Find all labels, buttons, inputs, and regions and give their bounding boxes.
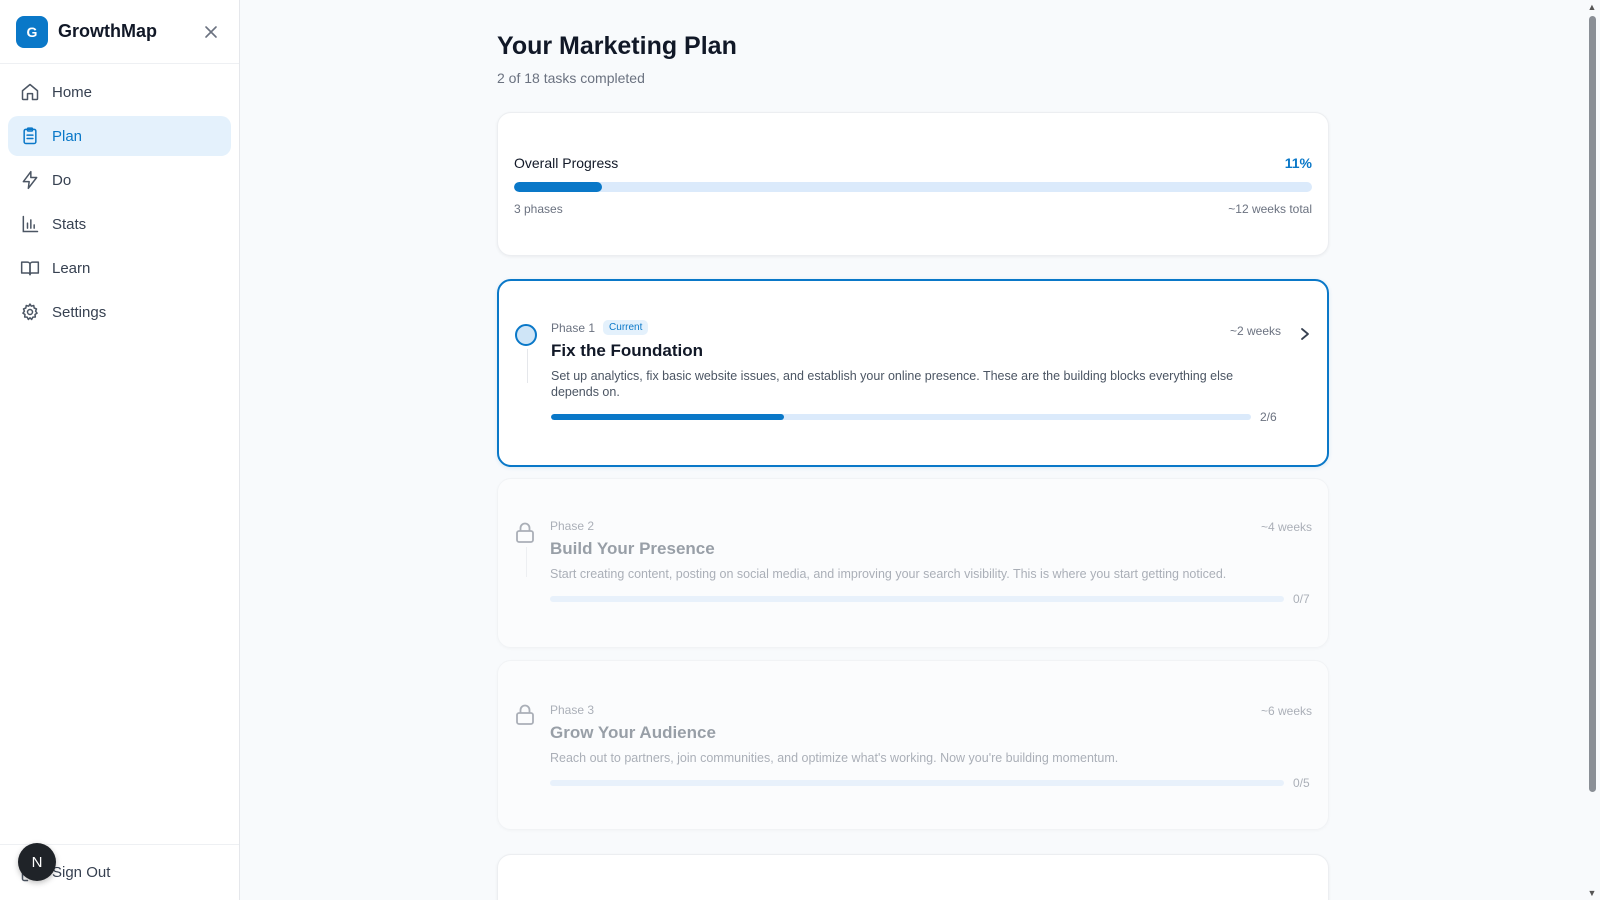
gear-icon [20,302,40,322]
total-weeks-text: ~12 weeks total [1228,202,1312,216]
lock-icon [514,522,536,544]
sidebar-item-label: Learn [52,259,91,277]
phase-label: Phase 1 [551,320,596,335]
overall-progress-fill [514,182,602,192]
phase-label: Phase 3 [550,703,595,717]
brand-header: G GrowthMap [0,0,239,64]
phase-card-2: Phase 2 Build Your Presence Start creati… [497,478,1329,648]
phase-description: Reach out to partners, join communities,… [550,751,1119,765]
phase-task-count: 0/7 [1293,592,1310,606]
sidebar-item-plan[interactable]: Plan [8,116,231,156]
sidebar-item-label: Settings [52,303,107,321]
bar-chart-icon [20,214,40,234]
app-logo[interactable]: G [16,15,48,48]
phase-task-count: 2/6 [1260,410,1277,424]
phase-body: Phase 2 Build Your Presence Start creati… [550,519,1312,606]
overall-progress-percent: 11% [1284,155,1312,171]
sidebar-item-label: Stats [52,215,87,233]
overall-progress-label: Overall Progress [514,155,619,171]
phase-progress-bar [550,780,1284,786]
lock-icon [514,704,536,726]
sidebar-item-label: Home [52,83,93,101]
scroll-up-arrow-icon[interactable]: ▲ [1587,2,1597,12]
phase-title: Grow Your Audience [550,723,716,742]
phase-label: Phase 2 [550,519,595,533]
phase-description: Start creating content, posting on socia… [550,567,1227,581]
page-subtitle: 2 of 18 tasks completed [497,70,645,86]
chevron-right-icon [1301,328,1309,340]
phase-status-circle [515,324,537,346]
phase-title: Fix the Foundation [551,341,704,360]
phase-progress-bar [551,414,1251,420]
phase-card-3: Phase 3 Grow Your Audience Reach out to … [497,660,1329,830]
phase-duration: ~2 weeks [1229,324,1281,338]
phase-timeline-line [526,547,527,577]
phase-title: Build Your Presence [550,539,715,558]
page-title: Your Marketing Plan [497,32,737,60]
book-icon [20,258,40,278]
scroll-down-arrow-icon[interactable]: ▼ [1587,888,1597,898]
phase-progress-bar [550,596,1284,602]
sidebar: G GrowthMap Home Plan Do Stats Learn Set… [0,0,240,900]
sidebar-nav: Home Plan Do Stats Learn Settings [0,64,239,344]
sign-out-label: Sign Out [52,864,111,881]
phase-body: Phase 3 Grow Your Audience Reach out to … [550,703,1312,790]
sidebar-item-do[interactable]: Do [8,160,231,200]
scroll-thumb[interactable] [1589,16,1596,792]
sidebar-item-settings[interactable]: Settings [8,292,231,332]
phase-progress-fill [551,414,785,420]
page-scrollbar[interactable]: ▲ ▼ [1584,0,1600,900]
phase-count-text: 3 phases [514,202,563,216]
lightning-icon [20,170,40,190]
sidebar-item-label: Plan [52,127,83,145]
app-name: GrowthMap [58,21,157,41]
current-badge: Current [603,320,649,335]
clipboard-icon [20,126,40,146]
phase-timeline-line [527,349,528,383]
phase-body: Phase 1 Current Fix the Foundation Set u… [551,320,1311,424]
phase-duration: ~4 weeks [1260,520,1312,534]
overall-progress-card: Overall Progress 11% 3 phases ~12 weeks … [497,112,1329,256]
sidebar-item-label: Do [52,171,72,189]
phase-card-1[interactable]: Phase 1 Current Fix the Foundation Set u… [497,279,1329,467]
sidebar-item-home[interactable]: Home [8,72,231,112]
phase-description: Set up analytics, fix basic website issu… [551,369,1234,399]
phase-duration: ~6 weeks [1260,704,1312,718]
sidebar-item-stats[interactable]: Stats [8,204,231,244]
close-sidebar-button[interactable] [199,20,223,44]
sidebar-item-learn[interactable]: Learn [8,248,231,288]
close-icon [205,25,217,38]
overall-progress-bar [514,182,1312,192]
expand-phase-button[interactable] [1297,326,1313,342]
phase-task-count: 0/5 [1293,776,1310,790]
home-icon [20,82,40,102]
additional-section-card [497,854,1329,900]
avatar[interactable]: N [18,843,56,881]
